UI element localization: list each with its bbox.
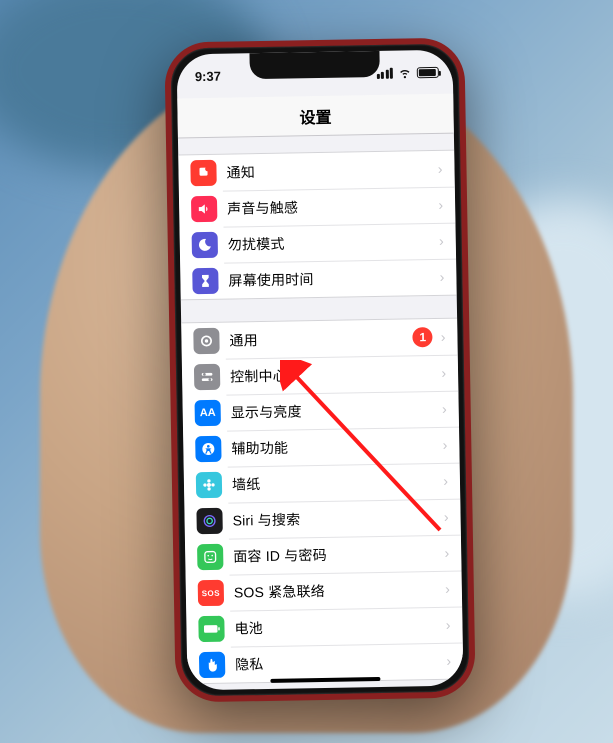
row-battery[interactable]: 电池 › (186, 607, 463, 648)
chevron-right-icon: › (444, 545, 449, 561)
wifi-icon (398, 65, 412, 79)
row-siri[interactable]: Siri 与搜索 › (184, 499, 461, 540)
phone-frame: 9:37 设置 通知 › 声音与触感 › (164, 37, 475, 702)
settings-list[interactable]: 通知 › 声音与触感 › 勿扰模式 › 屏幕使用时间 › (178, 134, 464, 691)
row-dnd[interactable]: 勿扰模式 › (179, 223, 456, 264)
hand-icon (199, 652, 225, 678)
badge: 1 (413, 327, 433, 347)
row-general[interactable]: 通用 1 › (181, 319, 458, 360)
settings-group: 通知 › 声音与触感 › 勿扰模式 › 屏幕使用时间 › (178, 150, 457, 301)
row-label: 通用 (229, 327, 413, 350)
status-time: 9:37 (195, 68, 221, 83)
row-control[interactable]: 控制中心 › (182, 355, 459, 396)
notch (249, 51, 379, 79)
row-label: 通知 (226, 159, 438, 183)
row-screentime[interactable]: 屏幕使用时间 › (180, 259, 457, 300)
settings-group: 通用 1 › 控制中心 › AA 显示与亮度 › 辅助功能 › (181, 318, 463, 685)
row-sounds[interactable]: 声音与触感 › (179, 187, 456, 228)
row-label: 墙纸 (232, 471, 444, 495)
flower-icon (196, 472, 222, 498)
chevron-right-icon: › (438, 161, 443, 177)
chevron-right-icon: › (443, 437, 448, 453)
row-label: 声音与触感 (227, 195, 439, 219)
row-label: 屏幕使用时间 (228, 267, 440, 291)
speaker-icon (191, 196, 217, 222)
sos-icon: SOS (198, 580, 224, 606)
chevron-right-icon: › (439, 233, 444, 249)
chevron-right-icon: › (443, 473, 448, 489)
moon-icon (192, 232, 218, 258)
chevron-right-icon: › (442, 401, 447, 417)
chevron-right-icon: › (445, 581, 450, 597)
cellular-icon (376, 67, 393, 78)
face-icon (197, 544, 223, 570)
row-accessibility[interactable]: 辅助功能 › (183, 427, 460, 468)
row-label: 显示与亮度 (231, 399, 443, 423)
row-wallpaper[interactable]: 墙纸 › (184, 463, 461, 504)
row-display[interactable]: AA 显示与亮度 › (182, 391, 459, 432)
row-notifications[interactable]: 通知 › (178, 151, 455, 192)
bell-icon (190, 160, 216, 186)
row-label: 电池 (234, 615, 446, 639)
row-faceid[interactable]: 面容 ID 与密码 › (185, 535, 462, 576)
row-label: 面容 ID 与密码 (233, 543, 445, 567)
row-sos[interactable]: SOS SOS 紧急联络 › (186, 571, 463, 612)
hourglass-icon (192, 268, 218, 294)
chevron-right-icon: › (444, 509, 449, 525)
gear-icon (193, 328, 219, 354)
row-label: 辅助功能 (231, 435, 443, 459)
person-icon (195, 436, 221, 462)
siri-icon (196, 508, 222, 534)
row-label: 控制中心 (230, 363, 442, 387)
row-label: Siri 与搜索 (232, 507, 444, 531)
chevron-right-icon: › (446, 617, 451, 633)
row-label: 隐私 (235, 651, 447, 675)
chevron-right-icon: › (438, 197, 443, 213)
battery-icon (198, 616, 224, 642)
chevron-right-icon: › (441, 365, 446, 381)
switches-icon (194, 364, 220, 390)
page-title: 设置 (299, 103, 331, 128)
screen: 9:37 设置 通知 › 声音与触感 › (176, 50, 463, 691)
row-label: 勿扰模式 (228, 231, 440, 255)
aa-icon: AA (195, 400, 221, 426)
chevron-right-icon: › (440, 269, 445, 285)
chevron-right-icon: › (441, 329, 446, 345)
battery-icon (417, 66, 439, 77)
chevron-right-icon: › (446, 653, 451, 669)
nav-header: 设置 (177, 94, 454, 139)
row-label: SOS 紧急联络 (234, 579, 446, 603)
